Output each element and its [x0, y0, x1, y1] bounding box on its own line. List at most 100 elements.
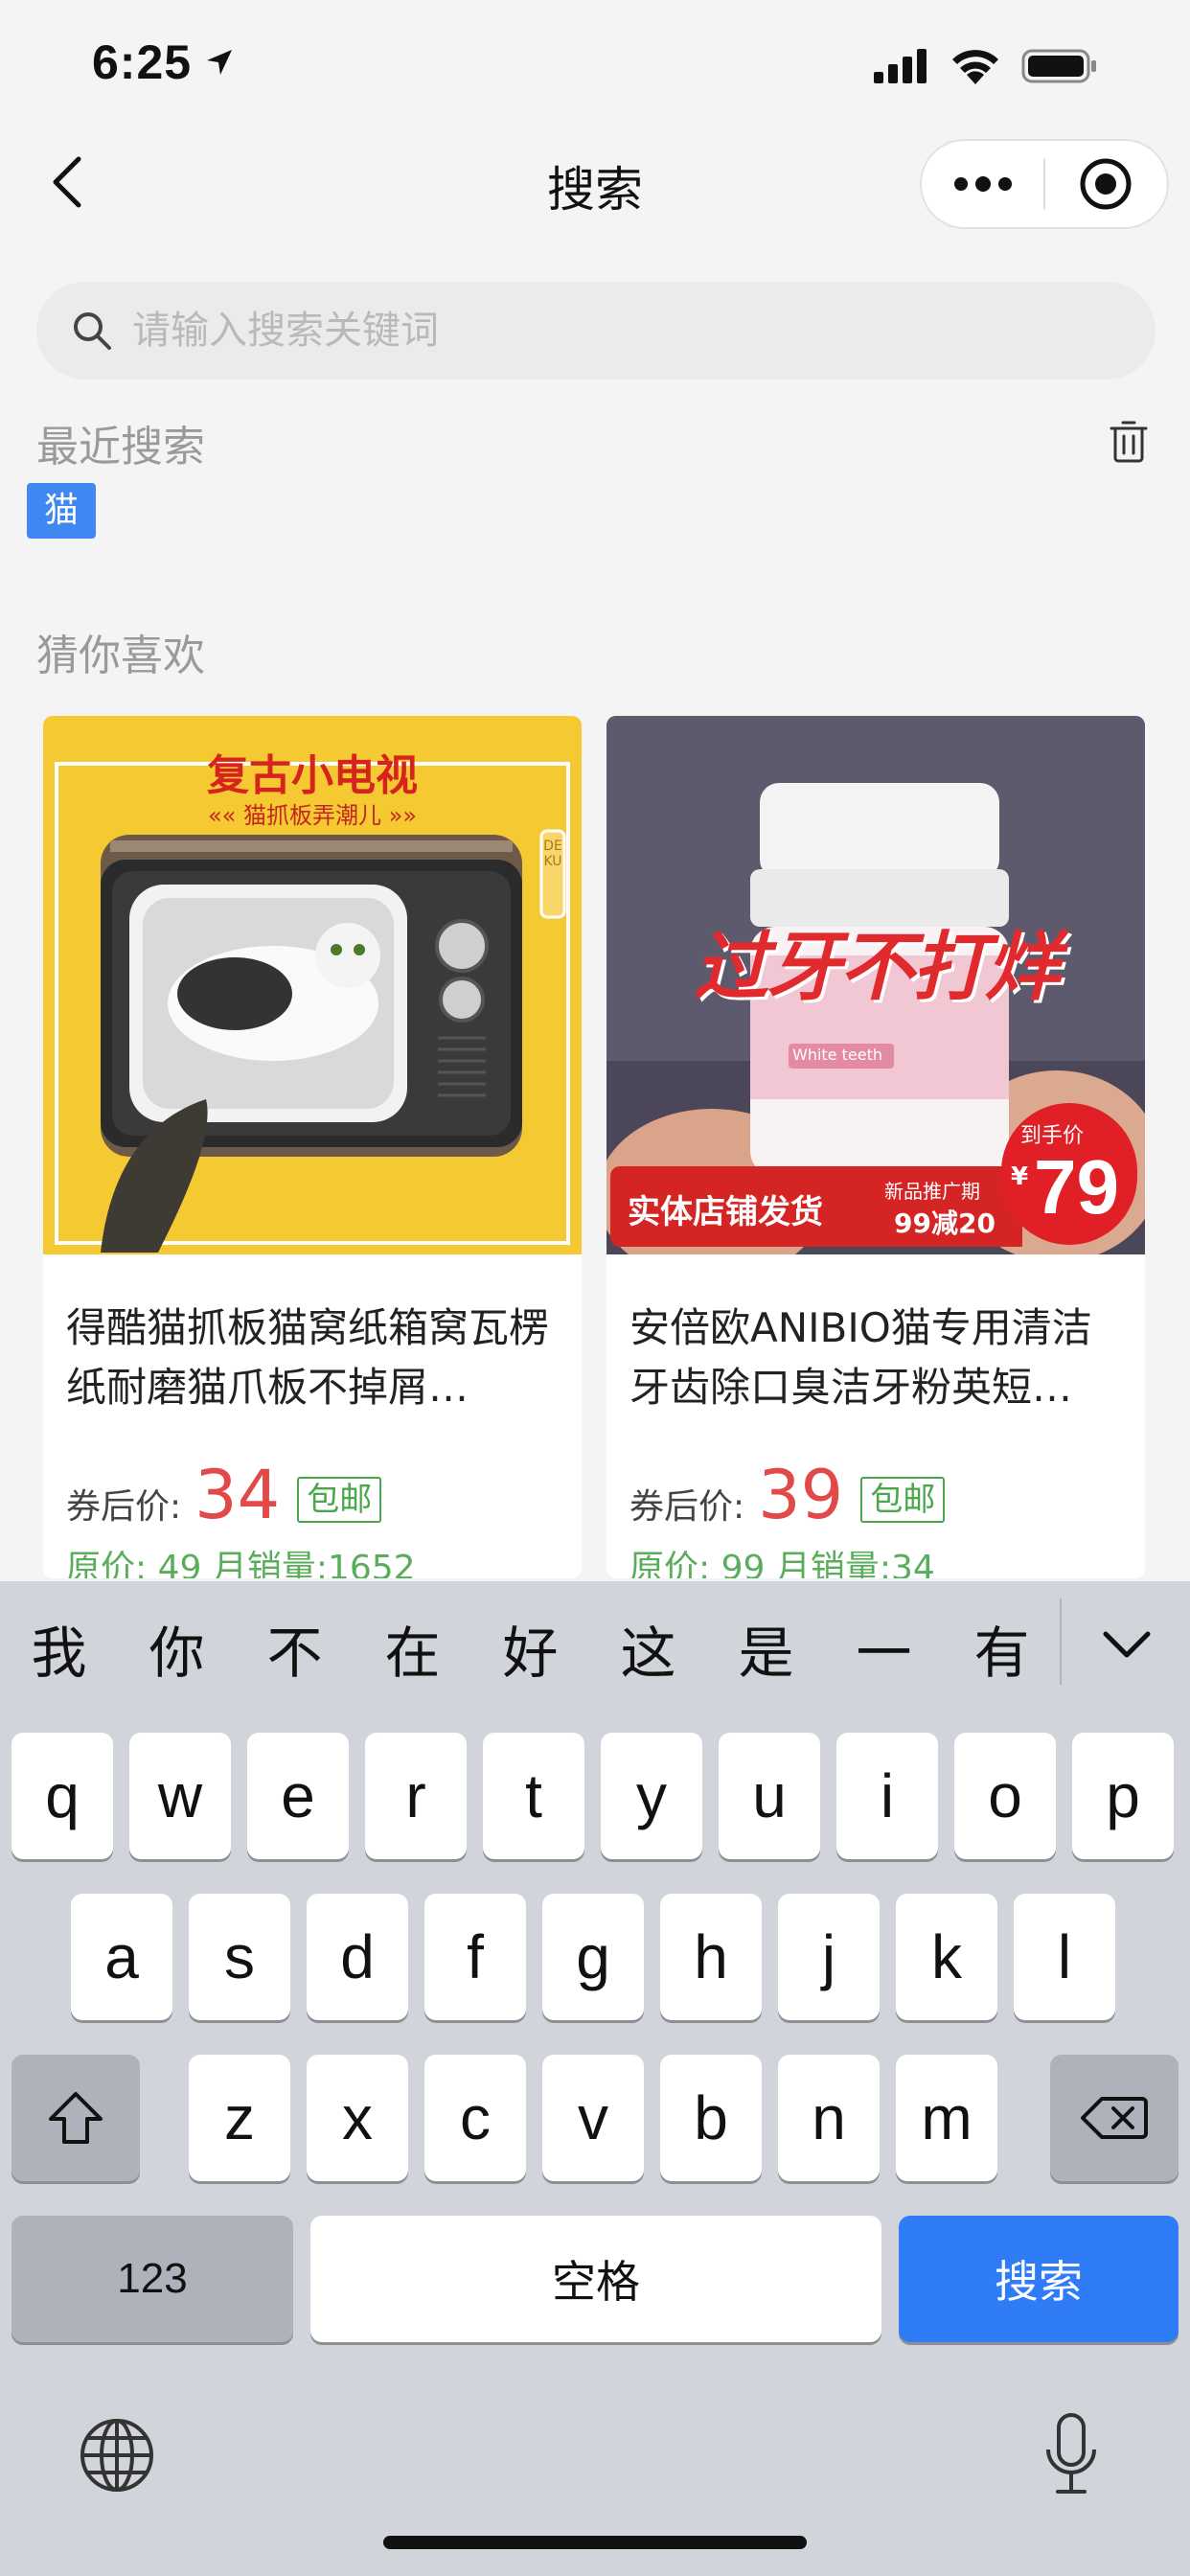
price-label: 券后价: [629, 1487, 745, 1527]
home-indicator[interactable] [383, 2536, 807, 2549]
image-final-currency: ¥ [1011, 1162, 1029, 1191]
backspace-icon [1081, 2097, 1148, 2139]
key-k[interactable]: k [896, 1894, 997, 2020]
key-l[interactable]: l [1014, 1894, 1115, 2020]
image-promo-bottom: 99减20 [894, 1208, 995, 1239]
expand-candidates-button[interactable] [1092, 1610, 1161, 1679]
product-card[interactable]: 过牙不打烊 White teeth 实体店铺发货 新品推广期 99减20 到手价… [606, 716, 1145, 1578]
search-icon [74, 312, 111, 350]
recent-search-title: 最近搜索 [36, 423, 205, 472]
candidate-word[interactable]: 不 [236, 1608, 354, 1689]
image-brand: DEKU [543, 839, 562, 869]
search-bar[interactable] [36, 282, 1156, 380]
clear-history-button[interactable] [1110, 420, 1148, 464]
battery-icon [1021, 49, 1096, 83]
candidate-word[interactable]: 这 [589, 1608, 707, 1689]
more-dots-icon [953, 176, 1012, 192]
image-banner: 复古小电视 [207, 751, 418, 800]
image-subtitle-chevrons-right: »» [381, 802, 417, 829]
price-row: 券后价: 34 包邮 [66, 1456, 382, 1534]
shift-key[interactable] [11, 2055, 140, 2181]
globe-icon [80, 2419, 153, 2492]
candidate-word[interactable]: 在 [354, 1608, 471, 1689]
candidate-word[interactable]: 你 [118, 1608, 236, 1689]
space-key[interactable]: 空格 [310, 2216, 881, 2342]
status-icons [874, 42, 1098, 90]
key-f[interactable]: f [424, 1894, 526, 2020]
keyboard: 我 你 不 在 好 这 是 一 有 q w e r t y u i o p a … [0, 1581, 1190, 2576]
image-subtitle-text: 猫抓板弄潮儿 [243, 802, 381, 829]
key-o[interactable]: o [954, 1733, 1056, 1859]
candidate-divider [1060, 1598, 1062, 1685]
recent-search-tag[interactable]: 猫 [27, 483, 97, 539]
mini-program-capsule [920, 139, 1169, 229]
key-n[interactable]: n [778, 2055, 880, 2181]
target-icon [1080, 158, 1132, 210]
wifi-icon [952, 50, 998, 84]
search-input[interactable] [130, 308, 1092, 354]
recommend-title: 猜你喜欢 [36, 632, 205, 680]
location-arrow-icon [203, 46, 236, 82]
free-shipping-badge: 包邮 [297, 1477, 382, 1523]
close-miniprogram-button[interactable] [1045, 141, 1167, 227]
price-row: 券后价: 39 包邮 [629, 1456, 946, 1534]
key-m[interactable]: m [896, 2055, 997, 2181]
numbers-key[interactable]: 123 [11, 2216, 293, 2342]
product-image: 过牙不打烊 White teeth 实体店铺发货 新品推广期 99减20 到手价… [606, 716, 1145, 1254]
key-j[interactable]: j [778, 1894, 880, 2020]
key-z[interactable]: z [189, 2055, 290, 2181]
shift-icon [49, 2092, 103, 2144]
key-w[interactable]: w [129, 1733, 231, 1859]
key-s[interactable]: s [189, 1894, 290, 2020]
search-key[interactable]: 搜索 [899, 2216, 1179, 2342]
key-i[interactable]: i [836, 1733, 938, 1859]
product-card[interactable]: 复古小电视 «« 猫抓板弄潮儿 »» DEKU 得酷猫抓板猫窝纸箱窝瓦楞纸耐磨猫… [43, 716, 582, 1578]
price-label: 券后价: [66, 1487, 182, 1527]
image-subtitle-chevrons-left: «« [208, 802, 243, 829]
trash-icon [1110, 421, 1148, 463]
status-time: 6:25 [92, 35, 193, 89]
product-price: 34 [195, 1456, 281, 1534]
dictation-button[interactable] [1042, 2411, 1100, 2499]
key-c[interactable]: c [424, 2055, 526, 2181]
key-e[interactable]: e [247, 1733, 349, 1859]
image-jar-label: White teeth [792, 1046, 882, 1064]
product-price: 39 [758, 1456, 844, 1534]
free-shipping-badge: 包邮 [860, 1477, 946, 1523]
globe-button[interactable] [79, 2417, 155, 2494]
chevron-down-icon [1103, 1631, 1151, 1658]
candidate-bar: 我 你 不 在 好 这 是 一 有 [0, 1581, 1190, 1715]
key-p[interactable]: p [1072, 1733, 1174, 1859]
key-d[interactable]: d [307, 1894, 408, 2020]
product-meta: 原价: 49 月销量:1652 [66, 1549, 416, 1578]
cellular-signal-icon [874, 49, 927, 83]
product-title: 安倍欧ANIBIO猫专用清洁牙齿除口臭洁牙粉英短… [629, 1304, 1092, 1411]
key-h[interactable]: h [660, 1894, 762, 2020]
product-title: 得酷猫抓板猫窝纸箱窝瓦楞纸耐磨猫爪板不掉屑… [66, 1304, 550, 1411]
image-subtitle: «« 猫抓板弄潮儿 »» [43, 796, 582, 830]
candidate-word[interactable]: 一 [825, 1608, 943, 1689]
key-r[interactable]: r [365, 1733, 467, 1859]
candidate-word[interactable]: 好 [471, 1608, 589, 1689]
key-y[interactable]: y [601, 1733, 702, 1859]
key-v[interactable]: v [542, 2055, 644, 2181]
candidate-word[interactable]: 是 [707, 1608, 825, 1689]
candidate-word[interactable]: 有 [943, 1608, 1061, 1689]
key-q[interactable]: q [11, 1733, 113, 1859]
candidate-word[interactable]: 我 [0, 1608, 118, 1689]
key-g[interactable]: g [542, 1894, 644, 2020]
backspace-key[interactable] [1050, 2055, 1179, 2181]
image-final-price: 79 [1034, 1144, 1119, 1230]
image-promo-top: 新品推广期 [884, 1180, 980, 1203]
key-x[interactable]: x [307, 2055, 408, 2181]
key-t[interactable]: t [483, 1733, 584, 1859]
image-store: 实体店铺发货 [628, 1193, 823, 1231]
microphone-icon [1046, 2413, 1096, 2494]
product-meta: 原价: 99 月销量:34 [629, 1549, 935, 1578]
key-u[interactable]: u [719, 1733, 820, 1859]
more-button[interactable] [922, 141, 1043, 227]
key-b[interactable]: b [660, 2055, 762, 2181]
key-a[interactable]: a [71, 1894, 172, 2020]
image-headline: 过牙不打烊 [693, 925, 1060, 1011]
product-image: 复古小电视 «« 猫抓板弄潮儿 »» DEKU [43, 716, 582, 1254]
